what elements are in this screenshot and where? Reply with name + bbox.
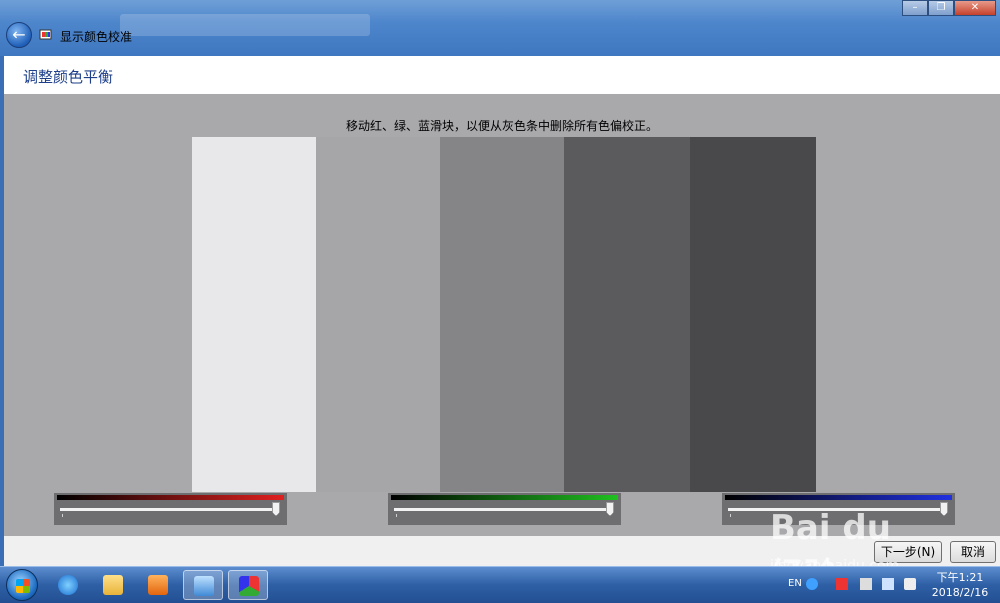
instruction-text: 移动红、绿、蓝滑块，以便从灰色条中删除所有色偏校正。	[345, 119, 658, 133]
taskbar-media-player[interactable]	[138, 570, 178, 600]
clock-date: 2018/2/16	[931, 586, 989, 599]
volume-icon[interactable]	[904, 578, 916, 590]
action-center-flag-icon[interactable]	[836, 578, 848, 590]
window-titlebar: ← 显示颜色校准 – ❐ ✕	[0, 0, 1000, 56]
color-calibration-app-icon	[39, 29, 52, 40]
start-button-icon[interactable]	[6, 569, 38, 601]
address-bar	[120, 14, 370, 36]
control-panel-icon	[194, 576, 214, 596]
clock-time: 下午1:21	[936, 571, 984, 584]
taskbar-control-panel[interactable]	[183, 570, 223, 600]
slider-track[interactable]	[60, 508, 278, 511]
slider-tick	[730, 514, 731, 517]
window-controls: – ❐ ✕	[902, 0, 996, 16]
media-player-icon	[148, 575, 168, 595]
back-arrow-icon[interactable]: ←	[6, 22, 32, 48]
help-icon[interactable]	[806, 578, 818, 590]
taskbar-ie[interactable]	[48, 570, 88, 600]
internet-explorer-icon	[58, 575, 78, 595]
taskbar: EN 下午1:21 2018/2/16	[0, 566, 1000, 603]
blue-slider-thumb[interactable]	[940, 502, 948, 516]
folder-icon	[103, 575, 123, 595]
system-clock[interactable]: 下午1:21 2018/2/16	[930, 570, 990, 600]
taskbar-color-calibration[interactable]	[228, 570, 268, 600]
green-slider-thumb[interactable]	[606, 502, 614, 516]
gray-bar	[316, 137, 440, 492]
green-gradient-strip	[391, 495, 618, 500]
slider-tick	[62, 514, 63, 517]
language-indicator[interactable]: EN	[788, 578, 802, 589]
slider-tick	[396, 514, 397, 517]
cancel-button[interactable]: 取消	[950, 541, 996, 563]
window-title: 显示颜色校准	[60, 30, 133, 44]
battery-icon[interactable]	[860, 578, 872, 590]
slider-track[interactable]	[394, 508, 612, 511]
minimize-button[interactable]: –	[902, 0, 928, 16]
page-title: 调整颜色平衡	[23, 68, 114, 86]
network-icon[interactable]	[882, 578, 894, 590]
gray-bar	[440, 137, 564, 492]
color-calibration-icon	[239, 576, 259, 596]
green-slider[interactable]	[388, 493, 621, 525]
calibration-area: 移动红、绿、蓝滑块，以便从灰色条中删除所有色偏校正。	[4, 94, 1000, 536]
baidu-watermark: Bai du 经验 jingyan.baidu.com	[770, 496, 930, 596]
red-slider-thumb[interactable]	[272, 502, 280, 516]
close-button[interactable]: ✕	[954, 0, 996, 16]
header-panel: 调整颜色平衡	[4, 56, 1000, 94]
maximize-button[interactable]: ❐	[928, 0, 954, 16]
red-gradient-strip	[57, 495, 284, 500]
gray-bar	[192, 137, 316, 492]
gray-bar	[564, 137, 690, 492]
gray-bars	[192, 137, 816, 492]
gray-bar	[690, 137, 816, 492]
taskbar-explorer[interactable]	[93, 570, 133, 600]
red-slider[interactable]	[54, 493, 287, 525]
